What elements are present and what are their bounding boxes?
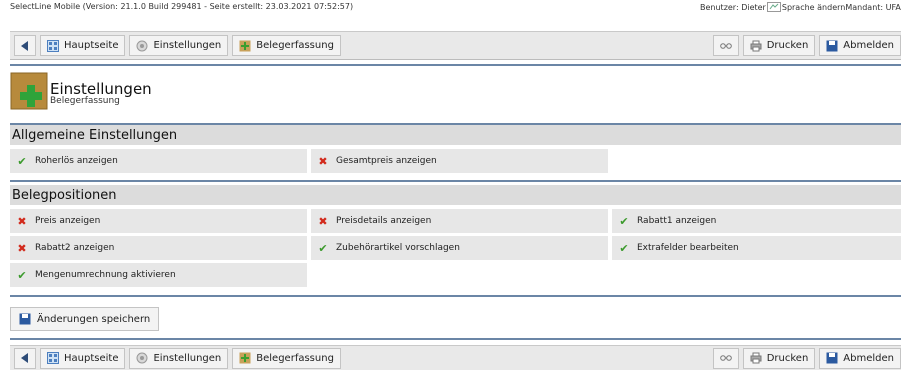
floppy-icon bbox=[19, 313, 31, 325]
section-general-title: Allgemeine Einstellungen bbox=[10, 125, 901, 145]
settings-label: Einstellungen bbox=[153, 352, 222, 364]
bottom-toolbar: Hauptseite Einstellungen Belegerfassung … bbox=[10, 345, 901, 370]
check-icon: ✔ bbox=[17, 154, 27, 168]
check-icon: ✔ bbox=[17, 268, 27, 282]
option-roherloes[interactable]: ✔ Roherlös anzeigen bbox=[10, 149, 307, 173]
option-label: Rabatt1 anzeigen bbox=[637, 216, 717, 226]
back-arrow-icon bbox=[21, 353, 28, 363]
floppy-icon bbox=[826, 40, 838, 51]
settings-circle-icon bbox=[136, 40, 148, 51]
logout-button[interactable]: Abmelden bbox=[819, 35, 901, 56]
back-arrow-icon bbox=[21, 40, 28, 51]
floppy-icon bbox=[826, 352, 838, 364]
option-label: Mengenumrechnung aktivieren bbox=[35, 270, 176, 280]
option-rabatt1[interactable]: ✔ Rabatt1 anzeigen bbox=[612, 209, 901, 233]
option-label: Rabatt2 anzeigen bbox=[35, 243, 115, 253]
option-label: Preisdetails anzeigen bbox=[336, 216, 432, 226]
settings-circle-icon bbox=[136, 352, 148, 364]
home-label: Hauptseite bbox=[64, 352, 119, 364]
top-toolbar: Hauptseite Einstellungen Belegerfassung … bbox=[10, 31, 901, 60]
bottom-separator bbox=[10, 338, 901, 340]
client-label: Mandant: UFAKT bbox=[845, 2, 901, 12]
document-add-icon bbox=[239, 352, 251, 364]
option-label: Extrafelder bearbeiten bbox=[637, 243, 739, 253]
option-gesamtpreis[interactable]: ✖ Gesamtpreis anzeigen bbox=[311, 149, 608, 173]
home-button[interactable]: Hauptseite bbox=[40, 347, 126, 369]
option-mengenumrechnung[interactable]: ✔ Mengenumrechnung aktivieren bbox=[10, 263, 307, 287]
capture-label: Belegerfassung bbox=[256, 352, 334, 364]
option-extrafelder[interactable]: ✔ Extrafelder bearbeiten bbox=[612, 236, 901, 260]
check-icon: ✔ bbox=[619, 214, 629, 228]
cross-icon: ✖ bbox=[318, 154, 328, 168]
page-subtitle: Belegerfassung bbox=[50, 96, 120, 106]
settings-label: Einstellungen bbox=[153, 40, 222, 51]
back-button[interactable] bbox=[14, 35, 36, 56]
check-icon: ✔ bbox=[318, 241, 328, 255]
capture-label: Belegerfassung bbox=[256, 40, 334, 51]
language-link[interactable]: Sprache ändern bbox=[782, 3, 845, 12]
top-separator bbox=[10, 64, 901, 66]
home-grid-icon bbox=[47, 352, 59, 364]
option-zubehoer[interactable]: ✔ Zubehörartikel vorschlagen bbox=[311, 236, 608, 260]
save-changes-button[interactable]: Änderungen speichern bbox=[10, 307, 160, 331]
glasses-button[interactable] bbox=[712, 347, 739, 369]
capture-button[interactable]: Belegerfassung bbox=[232, 347, 341, 369]
option-preisdetails[interactable]: ✖ Preisdetails anzeigen bbox=[311, 209, 608, 233]
language-flag-icon[interactable] bbox=[766, 2, 781, 12]
glasses-icon bbox=[719, 42, 732, 49]
capture-button[interactable]: Belegerfassung bbox=[232, 35, 341, 56]
section-separator bbox=[10, 295, 901, 297]
cross-icon: ✖ bbox=[318, 214, 328, 228]
option-rabatt2[interactable]: ✖ Rabatt2 anzeigen bbox=[10, 236, 307, 260]
logout-label: Abmelden bbox=[843, 40, 894, 51]
session-info: Benutzer: Dieter Sprache ändern Mandant:… bbox=[700, 2, 901, 12]
option-label: Preis anzeigen bbox=[35, 216, 101, 226]
save-label: Änderungen speichern bbox=[37, 313, 151, 325]
print-label: Drucken bbox=[766, 352, 809, 364]
version-info: SelectLine Mobile (Version: 21.1.0 Build… bbox=[10, 2, 354, 11]
toolbar-right-group: Drucken Abmelden bbox=[709, 347, 901, 369]
settings-document-icon bbox=[10, 72, 48, 110]
printer-icon bbox=[750, 40, 762, 51]
settings-button[interactable]: Einstellungen bbox=[129, 35, 229, 56]
home-button[interactable]: Hauptseite bbox=[40, 35, 126, 56]
print-button[interactable]: Drucken bbox=[742, 35, 816, 56]
option-label: Zubehörartikel vorschlagen bbox=[336, 243, 460, 253]
cross-icon: ✖ bbox=[17, 214, 27, 228]
logout-button[interactable]: Abmelden bbox=[819, 347, 901, 369]
option-label: Gesamtpreis anzeigen bbox=[336, 156, 437, 166]
back-button[interactable] bbox=[14, 347, 36, 369]
section-positions-title: Belegpositionen bbox=[10, 185, 901, 205]
glasses-icon bbox=[719, 355, 732, 361]
print-button[interactable]: Drucken bbox=[742, 347, 816, 369]
document-add-icon bbox=[239, 40, 251, 51]
cross-icon: ✖ bbox=[17, 241, 27, 255]
settings-button[interactable]: Einstellungen bbox=[129, 347, 229, 369]
user-label: Benutzer: Dieter bbox=[700, 2, 766, 12]
logout-label: Abmelden bbox=[843, 352, 894, 364]
section-separator bbox=[10, 180, 901, 182]
printer-icon bbox=[750, 352, 762, 364]
option-label: Roherlös anzeigen bbox=[35, 156, 118, 166]
check-icon: ✔ bbox=[619, 241, 629, 255]
glasses-button[interactable] bbox=[712, 35, 739, 56]
print-label: Drucken bbox=[766, 40, 809, 51]
toolbar-right-group: Drucken Abmelden bbox=[709, 35, 901, 56]
home-label: Hauptseite bbox=[64, 40, 119, 51]
home-grid-icon bbox=[47, 39, 59, 52]
option-preis[interactable]: ✖ Preis anzeigen bbox=[10, 209, 307, 233]
